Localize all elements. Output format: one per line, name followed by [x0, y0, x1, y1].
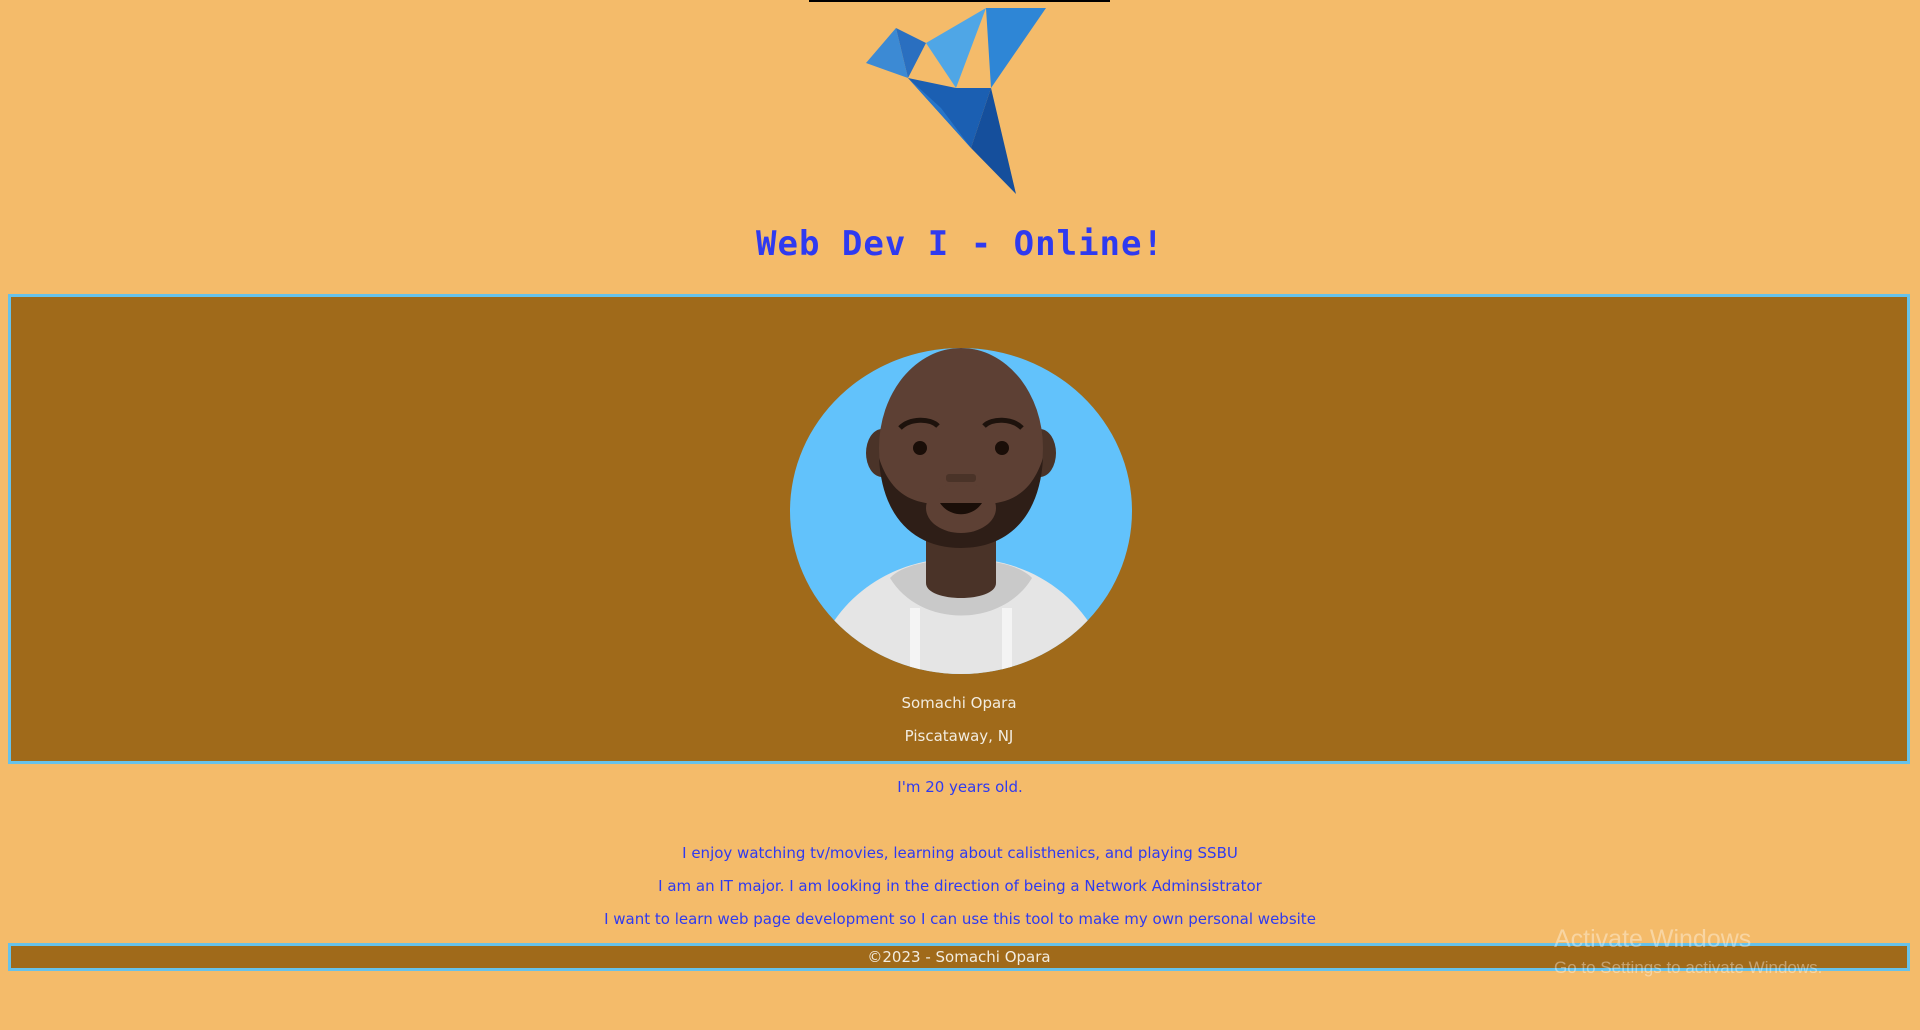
page-title: Web Dev I - Online! — [756, 224, 1164, 264]
about-age: I'm 20 years old. — [897, 778, 1023, 796]
avatar — [790, 348, 1132, 674]
watermark-subtitle: Go to Settings to activate Windows. — [1554, 958, 1823, 977]
footer-copyright: ©2023 - Somachi Opara — [867, 948, 1051, 966]
about-hobbies: I enjoy watching tv/movies, learning abo… — [682, 844, 1238, 862]
top-divider — [809, 0, 1110, 2]
profile-name: Somachi Opara — [901, 694, 1017, 712]
profile-location: Piscataway, NJ — [904, 727, 1014, 745]
watermark-title: Activate Windows — [1554, 925, 1752, 953]
origami-bird-icon — [866, 8, 1046, 194]
activate-windows-watermark: Activate Windows Go to Settings to activ… — [1554, 925, 1822, 978]
profile-card: Somachi Opara Piscataway, NJ — [8, 294, 1910, 764]
about-major: I am an IT major. I am looking in the di… — [658, 877, 1262, 895]
page: Web Dev I - Online! Somachi Opara Piscat… — [0, 0, 1920, 1030]
